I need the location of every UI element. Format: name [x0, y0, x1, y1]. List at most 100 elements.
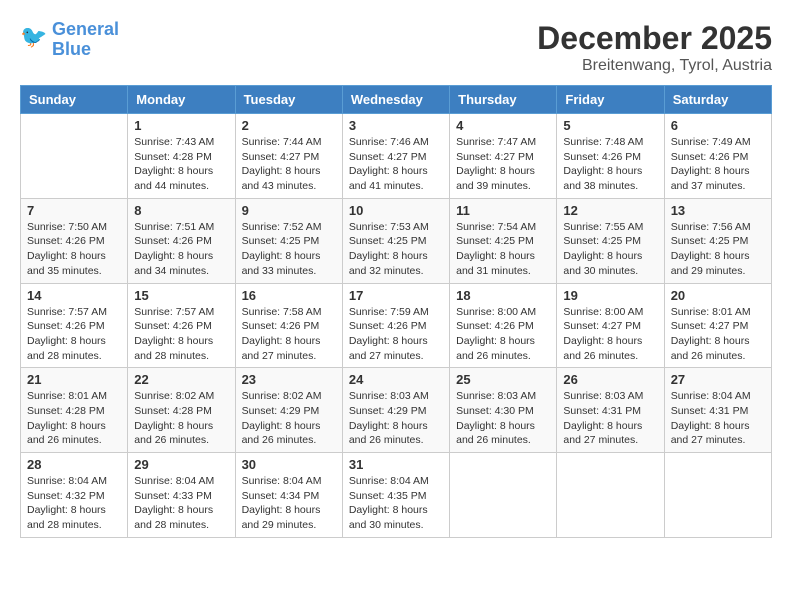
logo: 🐦 General Blue	[20, 20, 119, 60]
day-info: Sunrise: 8:04 AM Sunset: 4:31 PM Dayligh…	[671, 389, 765, 448]
day-cell: 25 Sunrise: 8:03 AM Sunset: 4:30 PM Dayli…	[450, 368, 557, 453]
day-cell: 29 Sunrise: 8:04 AM Sunset: 4:33 PM Dayli…	[128, 453, 235, 538]
day-cell: 24 Sunrise: 8:03 AM Sunset: 4:29 PM Dayli…	[342, 368, 449, 453]
day-number: 13	[671, 203, 765, 218]
day-info: Sunrise: 7:54 AM Sunset: 4:25 PM Dayligh…	[456, 220, 550, 279]
day-info: Sunrise: 8:02 AM Sunset: 4:29 PM Dayligh…	[242, 389, 336, 448]
day-info: Sunrise: 7:50 AM Sunset: 4:26 PM Dayligh…	[27, 220, 121, 279]
day-number: 24	[349, 372, 443, 387]
day-number: 10	[349, 203, 443, 218]
day-number: 19	[563, 288, 657, 303]
week-row-0: 1 Sunrise: 7:43 AM Sunset: 4:28 PM Daylig…	[21, 114, 772, 199]
day-info: Sunrise: 7:47 AM Sunset: 4:27 PM Dayligh…	[456, 135, 550, 194]
day-info: Sunrise: 7:58 AM Sunset: 4:26 PM Dayligh…	[242, 305, 336, 364]
day-number: 11	[456, 203, 550, 218]
day-info: Sunrise: 8:04 AM Sunset: 4:32 PM Dayligh…	[27, 474, 121, 533]
day-cell: 28Sunrise: 8:04 AM Sunset: 4:32 PM Dayli…	[21, 453, 128, 538]
day-cell: 12Sunrise: 7:55 AM Sunset: 4:25 PM Dayli…	[557, 198, 664, 283]
week-row-3: 21 Sunrise: 8:01 AM Sunset: 4:28 PM Dayli…	[21, 368, 772, 453]
day-cell: 17 Sunrise: 7:59 AM Sunset: 4:26 PM Dayli…	[342, 283, 449, 368]
day-info: Sunrise: 8:02 AM Sunset: 4:28 PM Dayligh…	[134, 389, 228, 448]
day-info: Sunrise: 8:04 AM Sunset: 4:33 PM Dayligh…	[134, 474, 228, 533]
weekday-header-sunday: Sunday	[21, 86, 128, 114]
day-cell: 2 Sunrise: 7:44 AM Sunset: 4:27 PM Daylig…	[235, 114, 342, 199]
day-cell: 7Sunrise: 7:50 AM Sunset: 4:26 PM Daylig…	[21, 198, 128, 283]
svg-text:🐦: 🐦	[20, 28, 47, 49]
day-number: 22	[134, 372, 228, 387]
week-row-2: 14Sunrise: 7:57 AM Sunset: 4:26 PM Dayli…	[21, 283, 772, 368]
day-number: 26	[563, 372, 657, 387]
day-info: Sunrise: 7:44 AM Sunset: 4:27 PM Dayligh…	[242, 135, 336, 194]
day-cell: 21 Sunrise: 8:01 AM Sunset: 4:28 PM Dayli…	[21, 368, 128, 453]
weekday-header-tuesday: Tuesday	[235, 86, 342, 114]
logo-line1: General	[52, 19, 119, 39]
week-row-4: 28Sunrise: 8:04 AM Sunset: 4:32 PM Dayli…	[21, 453, 772, 538]
day-cell: 23 Sunrise: 8:02 AM Sunset: 4:29 PM Dayli…	[235, 368, 342, 453]
day-info: Sunrise: 8:00 AM Sunset: 4:27 PM Dayligh…	[563, 305, 657, 364]
day-info: Sunrise: 7:48 AM Sunset: 4:26 PM Dayligh…	[563, 135, 657, 194]
day-info: Sunrise: 7:43 AM Sunset: 4:28 PM Dayligh…	[134, 135, 228, 194]
day-info: Sunrise: 8:00 AM Sunset: 4:26 PM Dayligh…	[456, 305, 550, 364]
day-number: 29	[134, 457, 228, 472]
logo-text: General Blue	[52, 20, 119, 60]
day-number: 21	[27, 372, 121, 387]
day-number: 3	[349, 118, 443, 133]
day-info: Sunrise: 7:51 AM Sunset: 4:26 PM Dayligh…	[134, 220, 228, 279]
page-header: 🐦 General Blue December 2025 Breitenwang…	[20, 20, 772, 75]
logo-icon: 🐦	[20, 28, 48, 52]
day-number: 2	[242, 118, 336, 133]
day-cell: 19 Sunrise: 8:00 AM Sunset: 4:27 PM Dayli…	[557, 283, 664, 368]
day-number: 8	[134, 203, 228, 218]
day-cell: 11 Sunrise: 7:54 AM Sunset: 4:25 PM Dayli…	[450, 198, 557, 283]
day-cell: 8 Sunrise: 7:51 AM Sunset: 4:26 PM Daylig…	[128, 198, 235, 283]
day-number: 23	[242, 372, 336, 387]
day-cell: 31 Sunrise: 8:04 AM Sunset: 4:35 PM Dayli…	[342, 453, 449, 538]
day-cell: 13 Sunrise: 7:56 AM Sunset: 4:25 PM Dayli…	[664, 198, 771, 283]
location: Breitenwang, Tyrol, Austria	[537, 57, 772, 75]
day-info: Sunrise: 7:52 AM Sunset: 4:25 PM Dayligh…	[242, 220, 336, 279]
day-info: Sunrise: 8:03 AM Sunset: 4:31 PM Dayligh…	[563, 389, 657, 448]
day-number: 1	[134, 118, 228, 133]
day-number: 25	[456, 372, 550, 387]
day-cell: 5 Sunrise: 7:48 AM Sunset: 4:26 PM Daylig…	[557, 114, 664, 199]
day-number: 5	[563, 118, 657, 133]
day-cell: 9 Sunrise: 7:52 AM Sunset: 4:25 PM Daylig…	[235, 198, 342, 283]
day-number: 14	[27, 288, 121, 303]
day-info: Sunrise: 8:04 AM Sunset: 4:35 PM Dayligh…	[349, 474, 443, 533]
day-cell: 27Sunrise: 8:04 AM Sunset: 4:31 PM Dayli…	[664, 368, 771, 453]
day-number: 15	[134, 288, 228, 303]
day-info: Sunrise: 7:53 AM Sunset: 4:25 PM Dayligh…	[349, 220, 443, 279]
day-number: 9	[242, 203, 336, 218]
week-row-1: 7Sunrise: 7:50 AM Sunset: 4:26 PM Daylig…	[21, 198, 772, 283]
day-cell	[450, 453, 557, 538]
day-cell: 1 Sunrise: 7:43 AM Sunset: 4:28 PM Daylig…	[128, 114, 235, 199]
day-cell: 30 Sunrise: 8:04 AM Sunset: 4:34 PM Dayli…	[235, 453, 342, 538]
day-info: Sunrise: 7:59 AM Sunset: 4:26 PM Dayligh…	[349, 305, 443, 364]
day-cell: 26 Sunrise: 8:03 AM Sunset: 4:31 PM Dayli…	[557, 368, 664, 453]
day-info: Sunrise: 7:56 AM Sunset: 4:25 PM Dayligh…	[671, 220, 765, 279]
day-number: 16	[242, 288, 336, 303]
day-cell: 4 Sunrise: 7:47 AM Sunset: 4:27 PM Daylig…	[450, 114, 557, 199]
calendar-table: SundayMondayTuesdayWednesdayThursdayFrid…	[20, 85, 772, 538]
day-info: Sunrise: 8:01 AM Sunset: 4:28 PM Dayligh…	[27, 389, 121, 448]
day-number: 30	[242, 457, 336, 472]
day-cell: 15Sunrise: 7:57 AM Sunset: 4:26 PM Dayli…	[128, 283, 235, 368]
day-cell: 16 Sunrise: 7:58 AM Sunset: 4:26 PM Dayli…	[235, 283, 342, 368]
weekday-header-wednesday: Wednesday	[342, 86, 449, 114]
weekday-header-monday: Monday	[128, 86, 235, 114]
day-number: 12	[563, 203, 657, 218]
day-cell	[21, 114, 128, 199]
day-info: Sunrise: 8:03 AM Sunset: 4:29 PM Dayligh…	[349, 389, 443, 448]
day-info: Sunrise: 8:03 AM Sunset: 4:30 PM Dayligh…	[456, 389, 550, 448]
day-number: 18	[456, 288, 550, 303]
day-number: 17	[349, 288, 443, 303]
day-cell: 22 Sunrise: 8:02 AM Sunset: 4:28 PM Dayli…	[128, 368, 235, 453]
weekday-header-saturday: Saturday	[664, 86, 771, 114]
day-number: 4	[456, 118, 550, 133]
day-number: 31	[349, 457, 443, 472]
day-cell: 3Sunrise: 7:46 AM Sunset: 4:27 PM Daylig…	[342, 114, 449, 199]
day-cell: 14Sunrise: 7:57 AM Sunset: 4:26 PM Dayli…	[21, 283, 128, 368]
month-title: December 2025	[537, 20, 772, 57]
day-info: Sunrise: 7:49 AM Sunset: 4:26 PM Dayligh…	[671, 135, 765, 194]
day-info: Sunrise: 8:04 AM Sunset: 4:34 PM Dayligh…	[242, 474, 336, 533]
